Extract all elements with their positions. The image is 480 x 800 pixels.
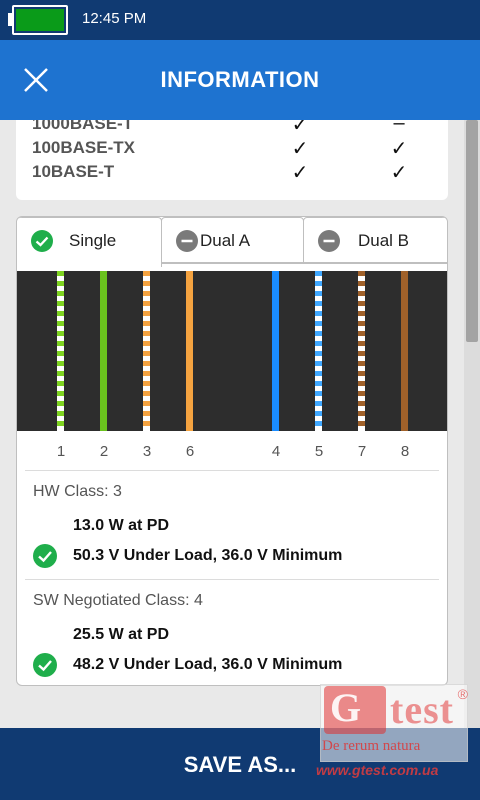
- pin-label: 4: [271, 443, 281, 460]
- wire-pin-1: [57, 271, 64, 431]
- poe-pair-card: Single Dual A Dual B 1 2 3 6 4 5 7 8 HW …: [16, 216, 448, 686]
- tab-dual-b[interactable]: Dual B: [303, 217, 447, 263]
- pin-label: 5: [314, 443, 324, 460]
- watermark-motto: De rerum natura: [322, 738, 421, 754]
- speed-name: 10BASE-T: [32, 162, 115, 181]
- divider: [25, 470, 439, 471]
- speed-capability-card: 1000BASE-T ✓ – 100BASE-TX ✓ ✓ 10BASE-T ✓…: [16, 120, 448, 200]
- scrollbar-thumb[interactable]: [466, 120, 478, 342]
- app-header: INFORMATION: [0, 40, 480, 120]
- speed-name: 100BASE-TX: [32, 138, 135, 157]
- speed-row-10base-t: 10BASE-T ✓ ✓: [32, 160, 432, 184]
- wire-pin-4: [272, 271, 279, 431]
- wire-pin-6: [186, 271, 193, 431]
- speed-pair-a-mark: ✓: [291, 162, 309, 184]
- tab-underline: [161, 263, 447, 264]
- divider: [25, 579, 439, 580]
- status-bar: 12:45 PM: [0, 0, 480, 40]
- page-title: INFORMATION: [160, 67, 320, 92]
- info-scroll-area[interactable]: 1000BASE-T ✓ – 100BASE-TX ✓ ✓ 10BASE-T ✓…: [0, 120, 480, 728]
- pair-mode-tabs: Single Dual A Dual B: [17, 217, 447, 267]
- watermark-g-letter: G: [330, 685, 362, 730]
- hw-class-label: HW Class: 3: [33, 483, 122, 500]
- check-circle-icon: [33, 653, 57, 677]
- speed-row-1000base-t: 1000BASE-T ✓ –: [32, 120, 432, 136]
- speed-pair-b-mark: –: [393, 120, 405, 134]
- hw-power-value: 13.0 W at PD: [73, 517, 170, 534]
- speed-pair-a-mark: ✓: [291, 120, 309, 136]
- watermark-url: www.gtest.com.ua: [316, 762, 439, 778]
- pin-label: 3: [142, 443, 152, 460]
- watermark-logo-rest: test: [390, 687, 454, 732]
- registered-mark-icon: ®: [457, 686, 468, 702]
- wire-map-panel: [17, 271, 447, 431]
- wire-pin-3: [143, 271, 150, 431]
- battery-icon: [12, 5, 68, 35]
- check-circle-icon: [33, 544, 57, 568]
- speed-row-100base-tx: 100BASE-TX ✓ ✓: [32, 136, 432, 160]
- wire-pin-2: [100, 271, 107, 431]
- speed-pair-b-mark: ✓: [390, 162, 408, 184]
- scrollbar[interactable]: [464, 120, 480, 728]
- pin-label: 1: [56, 443, 66, 460]
- tab-label: Dual B: [358, 231, 410, 250]
- tab-dual-a[interactable]: Dual A: [161, 217, 304, 263]
- hw-voltage-value: 50.3 V Under Load, 36.0 V Minimum: [73, 547, 343, 564]
- sw-class-label: SW Negotiated Class: 4: [33, 592, 203, 609]
- pin-label: 7: [357, 443, 367, 460]
- wire-pin-8: [401, 271, 408, 431]
- sw-voltage-value: 48.2 V Under Load, 36.0 V Minimum: [73, 656, 343, 673]
- minus-circle-icon: [176, 230, 198, 252]
- wire-pin-7: [358, 271, 365, 431]
- watermark-logo: G test ® De rerum natura www.gtest.com.u…: [316, 684, 470, 784]
- check-circle-icon: [31, 230, 53, 252]
- pin-label: 6: [185, 443, 195, 460]
- speed-pair-b-mark: ✓: [390, 138, 408, 160]
- speed-pair-a-mark: ✓: [291, 138, 309, 160]
- speed-name: 1000BASE-T: [32, 120, 134, 133]
- wire-pin-5: [315, 271, 322, 431]
- status-time: 12:45 PM: [82, 10, 147, 27]
- tab-single[interactable]: Single: [17, 217, 162, 267]
- tab-label: Dual A: [200, 231, 251, 250]
- battery-level: [16, 9, 64, 31]
- pin-label: 2: [99, 443, 109, 460]
- pin-label: 8: [400, 443, 410, 460]
- sw-power-value: 25.5 W at PD: [73, 626, 170, 643]
- minus-circle-icon: [318, 230, 340, 252]
- tab-label: Single: [69, 231, 117, 250]
